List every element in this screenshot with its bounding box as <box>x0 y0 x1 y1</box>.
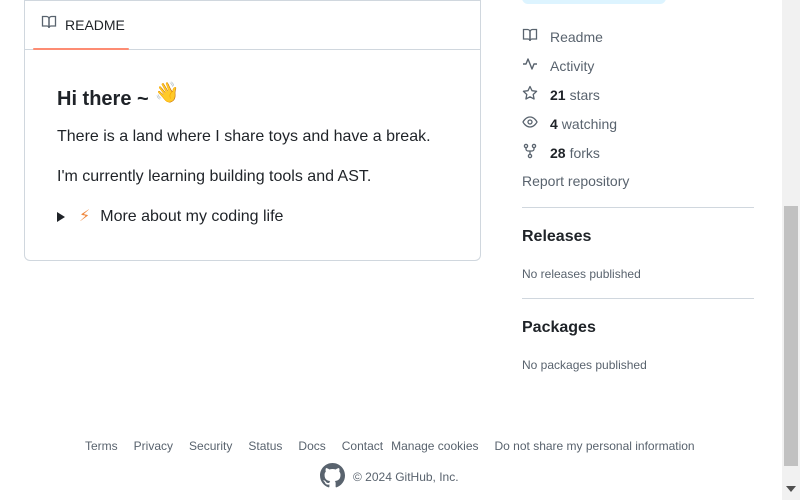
sidebar-activity-label: Activity <box>550 57 595 74</box>
readme-paragraph-1: There is a land where I share toys and h… <box>57 128 431 145</box>
footer-link-contact[interactable]: Contact <box>342 439 383 453</box>
watching-label: watching <box>561 115 618 132</box>
sidebar-divider <box>522 207 754 208</box>
report-repository-link[interactable]: Report repository <box>522 173 629 189</box>
footer-link-terms[interactable]: Terms <box>85 439 118 453</box>
sidebar-readme-link[interactable]: Readme <box>522 27 603 46</box>
pulse-icon <box>522 56 538 75</box>
book-icon <box>41 14 57 35</box>
readme-paragraph-2: I'm currently learning building tools an… <box>57 168 372 185</box>
lightning-icon: ⚡ <box>79 208 91 225</box>
vertical-scrollbar[interactable] <box>782 0 800 500</box>
forks-label: forks <box>569 144 600 161</box>
footer-link-do-not-share[interactable]: Do not share my personal information <box>495 439 695 453</box>
releases-heading[interactable]: Releases <box>522 228 591 246</box>
copyright-text: © 2024 GitHub, Inc. <box>353 470 459 484</box>
footer-link-status[interactable]: Status <box>248 439 282 453</box>
sidebar-divider <box>522 298 754 299</box>
wave-icon: 👋 <box>154 82 180 104</box>
readme-tab-label: README <box>65 16 125 33</box>
details-summary-label: More about my coding life <box>100 208 284 225</box>
report-repository-label: Report repository <box>522 173 630 189</box>
footer-links: Terms Privacy Security Status Docs Conta… <box>85 439 695 453</box>
sidebar-forks-link[interactable]: 28 forks <box>522 143 600 162</box>
details-toggle[interactable]: ⚡ More about my coding life <box>57 207 283 227</box>
sidebar-activity-link[interactable]: Activity <box>522 56 594 75</box>
eye-icon <box>522 114 538 133</box>
github-logo-icon[interactable] <box>320 463 345 491</box>
readme-title-text: Hi there ~ <box>57 88 149 110</box>
stars-count: 21 <box>550 86 566 103</box>
releases-note: No releases published <box>522 267 641 281</box>
footer-link-privacy[interactable]: Privacy <box>134 439 173 453</box>
watching-count: 4 <box>550 115 558 132</box>
readme-panel: README Hi there ~ 👋 There is a land wher… <box>24 0 481 261</box>
scrollbar-thumb[interactable] <box>784 206 798 466</box>
footer-link-docs[interactable]: Docs <box>298 439 325 453</box>
stars-label: stars <box>569 86 600 103</box>
sidebar-watching-link[interactable]: 4 watching <box>522 114 617 133</box>
star-icon <box>522 85 538 104</box>
readme-header: README <box>25 0 480 50</box>
topic-tag[interactable] <box>522 0 666 4</box>
book-icon <box>522 27 538 46</box>
footer-link-manage-cookies[interactable]: Manage cookies <box>391 439 478 453</box>
readme-heading: Hi there ~ 👋 <box>57 82 180 114</box>
fork-icon <box>522 143 538 162</box>
sidebar-stars-link[interactable]: 21 stars <box>522 85 600 104</box>
footer-link-security[interactable]: Security <box>189 439 232 453</box>
packages-note: No packages published <box>522 358 647 372</box>
forks-count: 28 <box>550 144 566 161</box>
sidebar-readme-label: Readme <box>550 28 603 45</box>
disclosure-triangle-icon <box>57 212 65 222</box>
tab-readme[interactable]: README <box>33 0 129 50</box>
footer-bottom: © 2024 GitHub, Inc. <box>320 463 459 491</box>
scroll-down-arrow-icon[interactable] <box>786 486 796 492</box>
packages-heading[interactable]: Packages <box>522 319 596 337</box>
